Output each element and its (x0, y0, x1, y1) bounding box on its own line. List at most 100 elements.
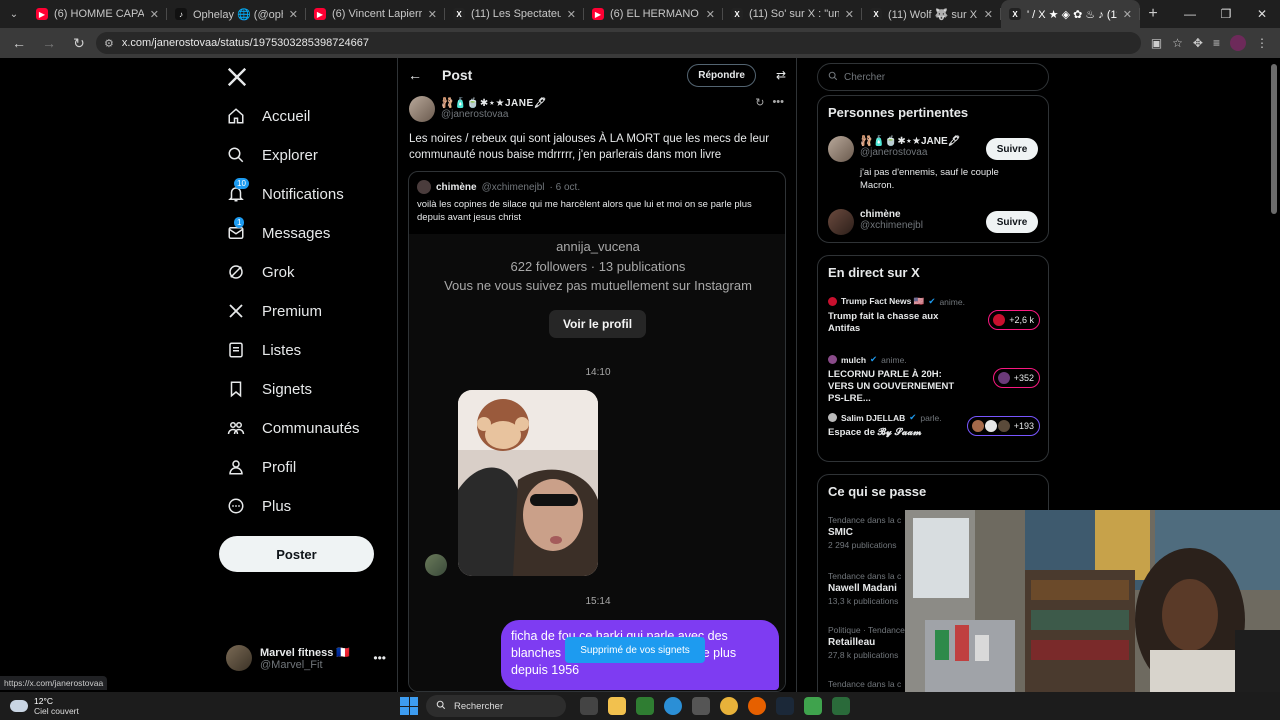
quoted-post-date: · 6 oct. (549, 181, 581, 193)
search-input[interactable]: Chercher (817, 63, 1049, 91)
grok-explain-icon[interactable]: ↻ (755, 96, 764, 109)
nav-item-accueil[interactable]: Accueil (226, 101, 310, 131)
browser-tab[interactable]: X (11) Wolf 🐺 sur X : "re U ✕ (862, 0, 1001, 28)
back-button[interactable]: ← (6, 30, 32, 56)
reload-button[interactable]: ↻ (66, 30, 92, 56)
browser-tab[interactable]: ♪ Ophelay 🌐 (@ophelay_ ✕ (167, 0, 306, 28)
edge-icon[interactable] (664, 697, 682, 715)
taskbar-search-label: Rechercher (454, 700, 504, 712)
quoted-author-name: chimène (436, 181, 477, 193)
live-space-item[interactable]: mulch ✔ anime. LECORNU PARLE À 20H: VERS… (828, 354, 1040, 404)
trend-item[interactable]: Tendance dans la c SMIC 2 294 publicatio… (828, 515, 901, 550)
file-explorer-icon[interactable] (608, 697, 626, 715)
author-handle[interactable]: @janerostovaa (441, 109, 547, 120)
taskbar-search[interactable]: Rechercher (426, 695, 566, 717)
live-space-item[interactable]: Salim DJELLAB ✔ parle. Espace de 𝓑𝔂 𝓢𝓪𝓪𝓶… (828, 412, 1040, 458)
trend-item[interactable]: Tendance dans la c Nawell Madani 13,3 k … (828, 571, 901, 606)
reading-list-icon[interactable]: ≡ (1213, 36, 1220, 50)
nav-item-explorer[interactable]: Explorer (226, 140, 318, 170)
close-tab-icon[interactable]: ✕ (706, 8, 715, 21)
nav-item-communautes[interactable]: Communautés (226, 413, 360, 443)
nav-item-signets[interactable]: Signets (226, 374, 312, 404)
author-name[interactable]: 🩰🧴🍵✱⋆★JANE🖋 (441, 98, 547, 109)
account-switcher[interactable]: Marvel fitness 🇫🇷 @Marvel_Fit ••• (226, 642, 386, 674)
close-window-icon[interactable]: ✕ (1244, 7, 1280, 21)
site-info-icon[interactable]: ⚙ (104, 37, 114, 50)
install-app-icon[interactable]: ▣ (1151, 36, 1162, 50)
browser-tab[interactable]: ▶ (6) EL HERMANO DE JIREI ✕ (584, 0, 723, 28)
more-dots-icon[interactable]: ••• (373, 651, 386, 665)
close-tab-icon[interactable]: ✕ (428, 8, 437, 21)
avatar[interactable] (828, 136, 854, 162)
forward-button[interactable]: → (36, 30, 62, 56)
profile-avatar-icon[interactable] (1230, 35, 1246, 51)
firefox-icon[interactable] (748, 697, 766, 715)
nav-item-profil[interactable]: Profil (226, 452, 296, 482)
nav-item-messages[interactable]: 1 Messages (226, 217, 331, 248)
tab-title: (6) HOMME CAPABLE - Yo (54, 8, 144, 20)
person-name[interactable]: 🩰🧴🍵✱⋆★JANE🖋 (860, 136, 960, 147)
person-row[interactable]: chimène @xchimenejbl (828, 209, 923, 235)
browser-tab[interactable]: X (11) Les Spectateurs sur X ✕ (445, 0, 584, 28)
browser-tab[interactable]: ▶ (6) HOMME CAPABLE - Yo ✕ (28, 0, 167, 28)
nav-item-grok[interactable]: Grok (226, 257, 295, 287)
nav-label: Messages (262, 224, 331, 242)
post-more-icon[interactable]: ••• (772, 96, 784, 109)
restore-icon[interactable]: ❐ (1208, 7, 1244, 21)
close-tab-icon[interactable]: ✕ (567, 8, 576, 21)
host-role: anime. (939, 296, 965, 307)
task-view-icon[interactable] (580, 697, 598, 715)
nav-item-plus[interactable]: Plus (226, 491, 291, 521)
app-icon[interactable] (832, 697, 850, 715)
nav-item-premium[interactable]: Premium (226, 296, 322, 326)
nvidia-icon[interactable] (636, 697, 654, 715)
trend-item[interactable]: Politique · Tendance Retailleau 27,8 k p… (828, 625, 905, 660)
close-tab-icon[interactable]: ✕ (289, 8, 298, 21)
tab-title: (11) Wolf 🐺 sur X : "re U (888, 8, 978, 21)
browser-tab-active[interactable]: X ' / X ★ ◈ ✿ ♨ ♪ (11) ✕ (1001, 0, 1140, 28)
host-name: Salim DJELLAB (841, 412, 906, 423)
bookmark-star-icon[interactable]: ☆ (1172, 36, 1183, 50)
mail-icon: 1 (226, 217, 246, 243)
follow-button[interactable]: Suivre (986, 211, 1038, 233)
browser-tab[interactable]: X (11) So' sur X : "un enfant ✕ (723, 0, 862, 28)
nav-item-notifications[interactable]: 10 Notifications (226, 178, 344, 209)
follow-button[interactable]: Suivre (986, 138, 1038, 160)
post-button[interactable]: Poster (219, 536, 374, 572)
live-space-item[interactable]: Trump Fact News 🇺🇸 ✔ anime. Trump fait l… (828, 296, 1040, 342)
trend-item[interactable]: Tendance dans la c (828, 679, 901, 689)
close-tab-icon[interactable]: ✕ (1123, 8, 1132, 21)
close-tab-icon[interactable]: ✕ (984, 8, 993, 21)
app-icon[interactable] (804, 697, 822, 715)
nav-item-listes[interactable]: Listes (226, 335, 301, 365)
windows-start-icon[interactable] (400, 697, 418, 715)
quoted-post[interactable]: chimène @xchimenejbl · 6 oct. voilà les … (408, 171, 786, 692)
store-icon[interactable] (692, 697, 710, 715)
person-name[interactable]: chimène (860, 209, 923, 220)
close-tab-icon[interactable]: ✕ (845, 8, 854, 21)
reply-button[interactable]: Répondre (687, 63, 756, 87)
steam-icon[interactable] (776, 697, 794, 715)
address-bar[interactable]: ⚙ x.com/janerostovaa/status/197530328539… (96, 32, 1141, 54)
x-logo-icon[interactable] (226, 66, 248, 88)
close-tab-icon[interactable]: ✕ (150, 8, 159, 21)
avatar[interactable] (828, 209, 854, 235)
browser-tab[interactable]: ▶ (6) Vincent Lapierre - You ✕ (306, 0, 445, 28)
weather-widget[interactable]: 12°C Ciel couvert (0, 696, 400, 716)
filter-icon[interactable]: ⇄ (776, 68, 786, 82)
extensions-icon[interactable]: ✥ (1193, 36, 1203, 50)
browser-menu-icon[interactable]: ⋮ (1256, 36, 1268, 50)
avatar (996, 371, 1011, 385)
host-role: parle. (920, 412, 942, 423)
post-author[interactable]: 🩰🧴🍵✱⋆★JANE🖋 @janerostovaa (409, 96, 547, 122)
tab-search-button[interactable]: ⌄ (0, 0, 28, 28)
person-row[interactable]: 🩰🧴🍵✱⋆★JANE🖋 @janerostovaa (828, 136, 960, 162)
chrome-icon[interactable] (720, 697, 738, 715)
tab-title: (6) Vincent Lapierre - You (332, 8, 422, 20)
avatar[interactable] (409, 96, 435, 122)
new-tab-button[interactable]: + (1140, 5, 1166, 23)
page-scrollbar[interactable] (1271, 64, 1277, 214)
back-arrow-icon[interactable]: ← (408, 67, 422, 83)
minimize-icon[interactable]: — (1172, 7, 1208, 21)
notification-badge: 10 (234, 178, 249, 189)
